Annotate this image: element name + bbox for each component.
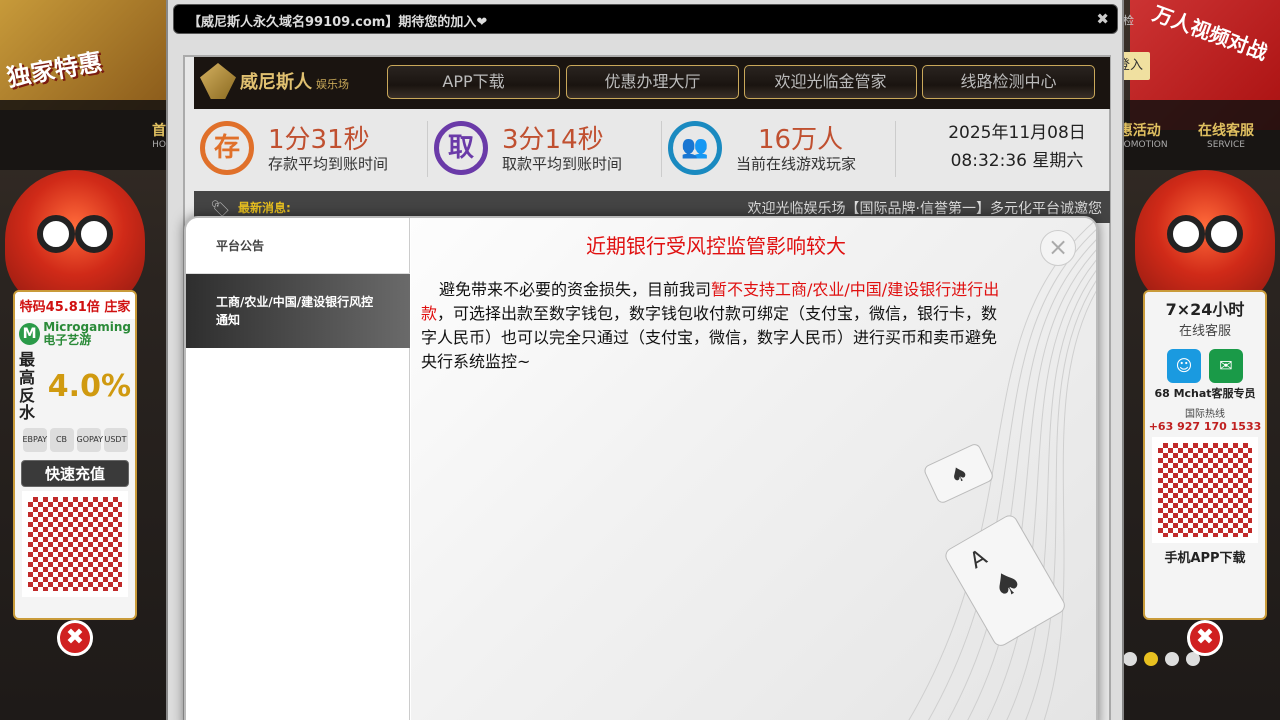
- left-panel-body[interactable]: 特码45.81倍 庄家 M Microgaming 电子艺游 最高反水 4.0%…: [13, 290, 137, 620]
- chat-icons: ☺ ✉: [1145, 343, 1265, 385]
- line-check-button[interactable]: 线路检测中心: [922, 65, 1095, 99]
- promo-banner-left-text: 独家特惠: [4, 47, 105, 93]
- service-header: 7×24小时 在线客服: [1145, 292, 1265, 343]
- current-datetime: 2025年11月08日 08:32:36 星期六: [924, 119, 1110, 175]
- cb-wallet-icon: CB: [49, 427, 74, 452]
- deposit-stat: 存 1分31秒 存款平均到账时间: [194, 117, 424, 181]
- promo-odds-text: 特码45.81倍 庄家: [15, 292, 135, 319]
- service-hours: 7×24小时: [1165, 300, 1245, 319]
- app-download-button[interactable]: APP下载: [387, 65, 560, 99]
- mchat-icon[interactable]: ✉: [1209, 349, 1243, 383]
- deposit-time-value: 1分31秒: [268, 125, 370, 155]
- right-panel-body[interactable]: 7×24小时 在线客服 ☺ ✉ 68 Mchat客服专员 国际热线 +63 92…: [1143, 290, 1267, 620]
- announcement-modal: 平台公告 工商/农业/中国/建设银行风控通知 ♠ A ♠ 近期银行受风控监管影响…: [184, 216, 1098, 720]
- payment-icons: EBPAY CB GOPAY USDT: [15, 424, 135, 456]
- hotline-label: 国际热线: [1185, 409, 1225, 420]
- ebpay-icon: EBPAY: [22, 427, 47, 452]
- promo-banner-right-text: 万人视频对战: [1149, 1, 1271, 65]
- service-online: 在线客服: [1178, 324, 1231, 339]
- microgaming-sub: 电子艺游: [43, 333, 92, 348]
- app-qr-code: [1152, 437, 1258, 543]
- site-logo[interactable]: 威尼斯人 娱乐场: [200, 57, 384, 105]
- lion-head-icon: [1135, 170, 1275, 310]
- tab-platform-notice[interactable]: 平台公告: [186, 218, 410, 274]
- players-stat: 👥 16万人 当前在线游戏玩家: [662, 117, 892, 181]
- withdraw-icon: 取: [434, 121, 488, 175]
- left-panel-close-button[interactable]: ✖: [57, 620, 93, 656]
- lion-wing-logo-icon: [200, 63, 236, 99]
- logo-subtext: 娱乐场: [316, 78, 349, 91]
- promo-hall-button[interactable]: 优惠办理大厅: [566, 65, 739, 99]
- mchat-agent-label: 68 Mchat客服专员: [1154, 387, 1256, 400]
- online-players-label: 当前在线游戏玩家: [736, 155, 857, 173]
- news-ticker[interactable]: 欢迎光临娱乐场【国际品牌·信誉第一】多元化平台诚邀您: [748, 198, 1102, 218]
- stat-divider: [895, 121, 896, 177]
- deposit-time-label: 存款平均到账时间: [268, 155, 389, 173]
- logo-text: 威尼斯人: [240, 72, 312, 93]
- withdraw-time-label: 取款平均到账时间: [502, 155, 623, 173]
- left-float-panel: 特码45.81倍 庄家 M Microgaming 电子艺游 最高反水 4.0%…: [5, 170, 145, 656]
- withdraw-stat: 取 3分14秒 取款平均到账时间: [428, 117, 658, 181]
- online-players-value: 16万人: [758, 125, 844, 155]
- gopay-icon: GOPAY: [76, 427, 103, 452]
- microgaming-row[interactable]: M Microgaming 电子艺游: [15, 319, 135, 349]
- modal-close-button[interactable]: ×: [1040, 230, 1076, 266]
- current-date: 2025年11月08日: [948, 123, 1086, 143]
- hotline-number: +63 927 170 1533: [1148, 420, 1262, 433]
- rebate-value: 4.0%: [47, 369, 131, 405]
- promo-banner-left[interactable]: 独家特惠: [0, 0, 170, 110]
- announcement-title: 近期银行受风控监管影响较大: [586, 234, 846, 258]
- tab-bank-risk-notice[interactable]: 工商/农业/中国/建设银行风控通知: [186, 274, 410, 348]
- current-time: 08:32:36 星期六: [950, 151, 1084, 171]
- quick-recharge-button[interactable]: 快速充值: [21, 459, 129, 487]
- announcement-content: ♠ A ♠ 近期银行受风控监管影响较大 避免带来不必要的资金损失，目前我司暂不支…: [411, 218, 1096, 720]
- recharge-qr-code: [22, 490, 128, 597]
- usdt-icon: USDT: [103, 427, 128, 452]
- withdraw-time-value: 3分14秒: [502, 125, 604, 155]
- butler-button[interactable]: 欢迎光临金管家: [744, 65, 917, 99]
- right-float-panel: 7×24小时 在线客服 ☺ ✉ 68 Mchat客服专员 国际热线 +63 92…: [1135, 170, 1275, 656]
- bg-nav-service[interactable]: 在线客服 SERVICE: [1198, 120, 1254, 150]
- microgaming-logo-icon: M: [19, 323, 41, 346]
- bg-nav-home[interactable]: 首 HO: [152, 120, 166, 150]
- deposit-icon: 存: [200, 121, 254, 175]
- right-panel-close-button[interactable]: ✖: [1187, 620, 1223, 656]
- rebate-row: 最高反水 4.0%: [15, 349, 135, 423]
- body-intro: 避免带来不必要的资金损失，目前我司: [439, 280, 712, 299]
- window-title: 【威尼斯人永久域名99109.com】期待您的加入❤: [188, 15, 488, 30]
- app-download-label[interactable]: 手机APP下载: [1145, 547, 1265, 566]
- body-detail: ，可选择出款至数字钱包，数字钱包收付款可绑定（支付宝，微信，银行卡，数字人民币）…: [421, 304, 998, 371]
- lion-head-icon: [5, 170, 145, 310]
- stats-row: 存 1分31秒 存款平均到账时间 取 3分14秒 取款平均到账时间 👥 16万人…: [194, 117, 1110, 181]
- window-close-icon[interactable]: ✖: [1096, 10, 1109, 28]
- rebate-label: 最高反水: [19, 350, 36, 423]
- players-group-icon: 👥: [668, 121, 722, 175]
- top-nav: 威尼斯人 娱乐场 APP下载 优惠办理大厅 欢迎光临金管家 线路检测中心: [194, 57, 1110, 109]
- news-label: 最新消息:: [238, 201, 291, 215]
- carousel-dot[interactable]: [1123, 652, 1137, 666]
- announcement-body: 避免带来不必要的资金损失，目前我司暂不支持工商/农业/中国/建设银行进行出款，可…: [421, 278, 1001, 374]
- announcement-tabs: 平台公告 工商/农业/中国/建设银行风控通知: [186, 218, 410, 720]
- carousel-dot-active[interactable]: [1144, 652, 1158, 666]
- carousel-dot[interactable]: [1165, 652, 1179, 666]
- window-title-bar: 【威尼斯人永久域名99109.com】期待您的加入❤ ✖: [173, 4, 1118, 34]
- chat-bubble-icon[interactable]: ☺: [1167, 349, 1201, 383]
